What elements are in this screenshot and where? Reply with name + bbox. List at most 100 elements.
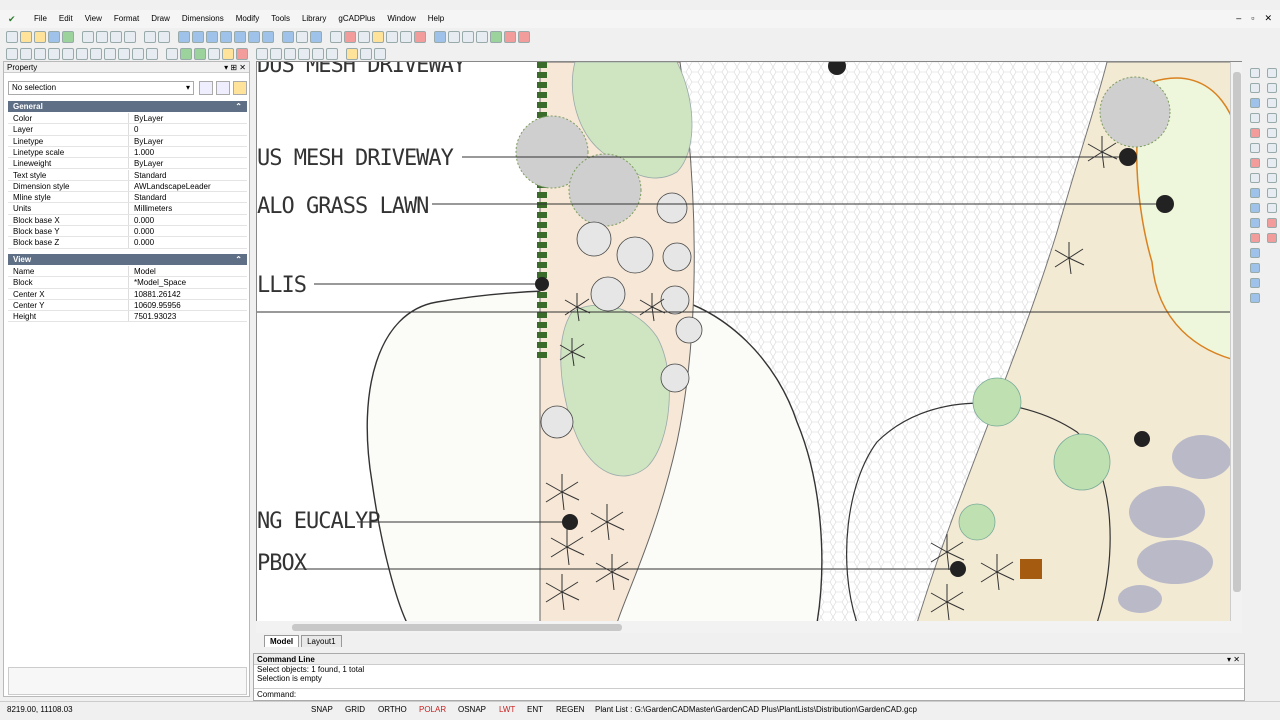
- property-value[interactable]: *Model_Space: [128, 277, 247, 288]
- layer-icon[interactable]: [296, 30, 308, 43]
- block-tool-icon[interactable]: [222, 47, 234, 60]
- draworder-icon[interactable]: [1250, 278, 1260, 288]
- menu-help[interactable]: Help: [422, 10, 450, 28]
- menu-modify[interactable]: Modify: [230, 10, 266, 28]
- move-icon[interactable]: [270, 47, 282, 60]
- panel-close-icon[interactable]: ✕: [1233, 655, 1240, 664]
- add-icon[interactable]: [62, 30, 74, 43]
- insert-icon[interactable]: [386, 30, 398, 43]
- property-value[interactable]: 0.000: [128, 214, 247, 225]
- view-icon[interactable]: [310, 30, 322, 43]
- region-icon[interactable]: [208, 47, 220, 60]
- property-row[interactable]: Linetype ByLayer: [8, 135, 247, 147]
- command-input[interactable]: Command:: [254, 688, 1244, 699]
- osnap-toggle[interactable]: OSNAP: [458, 705, 486, 714]
- xref-icon[interactable]: [400, 30, 412, 43]
- tree-icon[interactable]: [490, 30, 502, 43]
- label-box[interactable]: PBOX: [257, 551, 309, 576]
- copy-object-icon[interactable]: [1267, 68, 1277, 78]
- label-driveway-top[interactable]: DUS MESH DRIVEWAY: [257, 62, 467, 78]
- array-icon[interactable]: [1267, 98, 1277, 108]
- move-tool-icon[interactable]: [1250, 98, 1260, 108]
- pdf-icon[interactable]: [518, 30, 530, 43]
- divide-icon[interactable]: [1267, 203, 1277, 213]
- cut-icon[interactable]: [96, 30, 108, 43]
- drawing-canvas[interactable]: DUS MESH DRIVEWAY US MESH DRIVEWAY ALO G…: [256, 61, 1242, 622]
- property-row[interactable]: Units Millimeters: [8, 203, 247, 215]
- brush-icon[interactable]: [1250, 233, 1260, 243]
- view-section-header[interactable]: View ⌃: [8, 254, 247, 265]
- filter-icon[interactable]: [233, 81, 247, 95]
- property-value[interactable]: 10881.26142: [128, 288, 247, 299]
- property-row[interactable]: Center Y 10609.95956: [8, 299, 247, 312]
- redo-icon[interactable]: [158, 30, 170, 43]
- group-icon[interactable]: [1250, 248, 1260, 258]
- horizontal-scrollbar[interactable]: [256, 621, 1242, 633]
- property-row[interactable]: Block base Y 0.000: [8, 226, 247, 238]
- rectangle-icon[interactable]: [104, 47, 116, 60]
- property-row[interactable]: Block *Model_Space: [8, 277, 247, 289]
- label-driveway[interactable]: US MESH DRIVEWAY: [257, 146, 455, 171]
- scale-tool-icon[interactable]: [1267, 113, 1277, 123]
- edit-hatch-icon[interactable]: [1250, 203, 1260, 213]
- property-row[interactable]: Center X 10881.26142: [8, 288, 247, 300]
- point-icon[interactable]: [6, 47, 18, 60]
- copy-icon[interactable]: [110, 30, 122, 43]
- grid-icon[interactable]: [448, 30, 460, 43]
- property-row[interactable]: Block base X 0.000: [8, 214, 247, 226]
- label-lawn[interactable]: ALO GRASS LAWN: [257, 194, 429, 219]
- stretch-icon[interactable]: [1250, 128, 1260, 138]
- layer-states-icon[interactable]: [180, 47, 192, 60]
- lwt-toggle[interactable]: LWT: [499, 705, 515, 714]
- minimize-icon[interactable]: –: [1236, 13, 1241, 24]
- zoom-out-icon[interactable]: [192, 30, 204, 43]
- circle-icon[interactable]: [118, 47, 130, 60]
- hatch-tool-icon[interactable]: [194, 47, 206, 60]
- fillet-icon[interactable]: [1267, 158, 1277, 168]
- app-logo-icon[interactable]: ✔: [8, 14, 22, 24]
- property-value[interactable]: Standard: [128, 192, 247, 203]
- palette-icon[interactable]: [434, 30, 446, 43]
- lengthen-icon[interactable]: [1267, 173, 1277, 183]
- rotate-icon[interactable]: [284, 47, 296, 60]
- polygon-icon[interactable]: [90, 47, 102, 60]
- menu-window[interactable]: Window: [381, 10, 421, 28]
- plant-icon[interactable]: [414, 30, 426, 43]
- ray-icon[interactable]: [34, 47, 46, 60]
- chamfer-icon[interactable]: [1250, 158, 1260, 168]
- collapse-icon[interactable]: ⌃: [235, 254, 242, 265]
- vertical-scroll-thumb[interactable]: [1233, 72, 1241, 592]
- arc-icon[interactable]: [132, 47, 144, 60]
- panel-menu-icon[interactable]: ▾: [1227, 655, 1231, 664]
- mirror-icon[interactable]: [312, 47, 324, 60]
- property-value[interactable]: Model: [128, 266, 247, 277]
- scale-icon[interactable]: [298, 47, 310, 60]
- menu-dimensions[interactable]: Dimensions: [176, 10, 230, 28]
- block-icon[interactable]: [372, 30, 384, 43]
- menu-draw[interactable]: Draw: [145, 10, 176, 28]
- measure-icon[interactable]: [256, 47, 268, 60]
- property-value[interactable]: 10609.95956: [128, 299, 247, 311]
- panel-menu-icon[interactable]: ▾: [224, 63, 228, 72]
- zoom-previous-icon[interactable]: [248, 30, 260, 43]
- align-icon[interactable]: [1250, 188, 1260, 198]
- line-tool-icon[interactable]: [330, 30, 342, 43]
- settings-icon[interactable]: [374, 47, 386, 60]
- restore-icon[interactable]: ▫: [1251, 13, 1254, 24]
- menu-format[interactable]: Format: [108, 10, 145, 28]
- open-folder-icon[interactable]: [34, 30, 46, 43]
- ungroup-icon[interactable]: [1250, 263, 1260, 273]
- explode-tool-icon[interactable]: [1267, 188, 1277, 198]
- property-value[interactable]: 0.000: [128, 226, 247, 237]
- paste-icon[interactable]: [124, 30, 136, 43]
- new-icon[interactable]: [6, 30, 18, 43]
- property-value[interactable]: Standard: [128, 169, 247, 180]
- join-icon[interactable]: [1250, 173, 1260, 183]
- property-row[interactable]: Mline style Standard: [8, 192, 247, 204]
- zoom-in-icon[interactable]: [178, 30, 190, 43]
- snap-point-icon[interactable]: [360, 47, 372, 60]
- print-icon[interactable]: [82, 30, 94, 43]
- line-icon[interactable]: [20, 47, 32, 60]
- undo-icon[interactable]: [144, 30, 156, 43]
- triangle-icon[interactable]: [326, 47, 338, 60]
